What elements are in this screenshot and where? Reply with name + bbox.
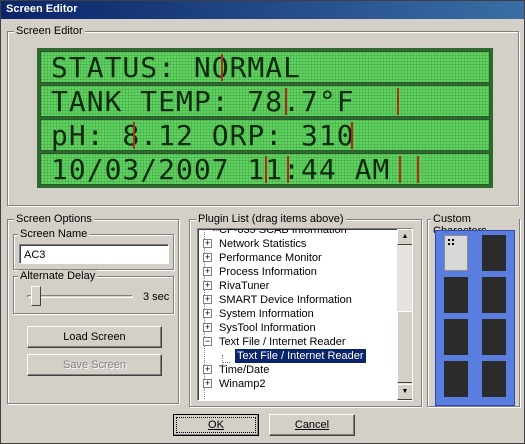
custom-char-slot-3[interactable] <box>444 277 468 313</box>
alternate-delay-slider-track[interactable] <box>27 295 133 298</box>
plugin-tree-item[interactable]: + Network Statistics <box>201 237 397 251</box>
plugin-tree-item-label: Process Information <box>219 266 317 278</box>
plugin-tree-item[interactable]: + Time/Date <box>201 363 397 377</box>
tree-guide-line <box>222 355 223 365</box>
plugin-tree-item[interactable]: + SMART Device Information <box>201 293 397 307</box>
expand-icon[interactable]: + <box>203 267 212 276</box>
expand-icon[interactable]: + <box>203 309 212 318</box>
screen-editor-window: Screen Editor Screen Editor STATUS: NORM… <box>0 0 525 444</box>
plugin-tree-scrollbar[interactable]: ▲ ▼ <box>397 229 412 400</box>
plugin-tree-item[interactable]: + SysTool Information <box>201 321 397 335</box>
expand-icon[interactable]: + <box>203 253 212 262</box>
plugin-tree-item[interactable]: + System Information <box>201 307 397 321</box>
expand-icon[interactable]: + <box>203 239 212 248</box>
plugin-tree-item-label: RivaTuner <box>219 280 270 292</box>
lcd-field-marker <box>285 88 287 115</box>
lcd-row-2[interactable]: TANK TEMP: 78.7°F <box>40 85 490 118</box>
plugin-tree-item[interactable]: + RivaTuner <box>201 279 397 293</box>
plugin-tree-child-item[interactable]: Text File / Internet Reader <box>201 349 397 363</box>
lcd-field-marker <box>287 156 289 183</box>
custom-char-slot-1[interactable] <box>444 235 468 271</box>
custom-char-slot-4[interactable] <box>482 277 506 313</box>
screen-editor-group-label: Screen Editor <box>14 25 85 37</box>
screen-name-label: Screen Name <box>18 228 90 240</box>
cancel-button[interactable]: Cancel <box>269 414 355 436</box>
title-bar: Screen Editor <box>1 1 524 19</box>
load-screen-button[interactable]: Load Screen <box>27 326 162 348</box>
lcd-row-3-text: pH: 8.12 ORP: 310 <box>51 119 355 152</box>
lcd-row-3[interactable]: pH: 8.12 ORP: 310 <box>40 119 490 152</box>
collapse-icon[interactable]: − <box>203 337 212 346</box>
cancel-button-label: Cancel <box>294 419 330 431</box>
scroll-down-button[interactable]: ▼ <box>397 384 412 400</box>
expand-icon[interactable]: + <box>203 365 212 374</box>
plugin-tree-items: CF-635 SCAB Information + Network Statisti… <box>201 228 397 391</box>
plugin-tree-item[interactable]: − Text File / Internet Reader <box>201 335 397 349</box>
plugin-tree-item[interactable]: + Winamp2 <box>201 377 397 391</box>
custom-char-slot-6[interactable] <box>482 319 506 355</box>
custom-char-slot-5[interactable] <box>444 319 468 355</box>
alternate-delay-label: Alternate Delay <box>18 270 98 282</box>
lcd-row-4[interactable]: 10/03/2007 11:44 AM <box>40 153 490 186</box>
expand-icon[interactable]: + <box>203 281 212 290</box>
plugin-tree-item-label: CF-635 SCAB Information <box>219 228 347 236</box>
plugin-tree-item[interactable]: CF-635 SCAB Information <box>201 228 397 237</box>
lcd-field-marker <box>397 88 399 115</box>
lcd-row-1[interactable]: STATUS: NORMAL <box>40 51 490 84</box>
custom-char-slot-2[interactable] <box>482 235 506 271</box>
lcd-field-marker <box>265 156 267 183</box>
expand-icon[interactable]: + <box>203 379 212 388</box>
lcd-field-marker <box>351 122 353 149</box>
lcd-row-4-text: 10/03/2007 11:44 AM <box>51 153 391 186</box>
plugin-tree-item-label: Text File / Internet Reader <box>219 336 346 348</box>
save-screen-button[interactable]: Save Screen <box>27 354 162 376</box>
ok-button-label: OK <box>208 419 224 431</box>
tree-guide-line <box>222 362 230 363</box>
custom-char-slot-7[interactable] <box>444 361 468 397</box>
plugin-tree[interactable]: CF-635 SCAB Information + Network Statisti… <box>197 228 413 401</box>
lcd-row-1-text: STATUS: NORMAL <box>51 51 302 84</box>
plugin-tree-item-label: Network Statistics <box>219 238 307 250</box>
plugin-tree-item-label: Time/Date <box>219 364 270 376</box>
custom-char-slot-8[interactable] <box>482 361 506 397</box>
lcd-field-marker <box>417 156 419 183</box>
plugin-tree-item-label: Performance Monitor <box>219 252 322 264</box>
alternate-delay-value: 3 sec <box>143 291 170 303</box>
expand-icon[interactable]: + <box>203 323 212 332</box>
lcd-field-marker <box>133 122 135 149</box>
plugin-list-group-label: Plugin List (drag items above) <box>196 213 346 225</box>
custom-characters-panel <box>435 230 515 406</box>
scroll-thumb[interactable] <box>397 311 412 383</box>
custom-char-glyph-icon <box>448 239 454 245</box>
plugin-tree-item-label: Winamp2 <box>219 378 266 390</box>
plugin-tree-item-label: SMART Device Information <box>219 294 352 306</box>
plugin-tree-item-label: Text File / Internet Reader <box>235 349 366 363</box>
alternate-delay-slider-thumb[interactable] <box>31 286 41 306</box>
lcd-field-marker <box>399 156 401 183</box>
plugin-tree-item[interactable]: + Performance Monitor <box>201 251 397 265</box>
screen-options-group-label: Screen Options <box>14 213 94 225</box>
plugin-tree-item[interactable]: + Process Information <box>201 265 397 279</box>
plugin-tree-item-label: SysTool Information <box>219 322 316 334</box>
lcd-row-2-text: TANK TEMP: 78.7°F <box>51 85 355 118</box>
lcd-display[interactable]: STATUS: NORMAL TANK TEMP: 78.7°F pH: 8.1… <box>37 48 493 188</box>
screen-name-input[interactable]: AC3 <box>19 244 169 264</box>
scroll-up-button[interactable]: ▲ <box>397 229 412 245</box>
lcd-field-marker <box>221 54 223 81</box>
ok-button[interactable]: OK <box>173 414 259 436</box>
expand-icon[interactable]: + <box>203 295 212 304</box>
plugin-tree-item-label: System Information <box>219 308 314 320</box>
